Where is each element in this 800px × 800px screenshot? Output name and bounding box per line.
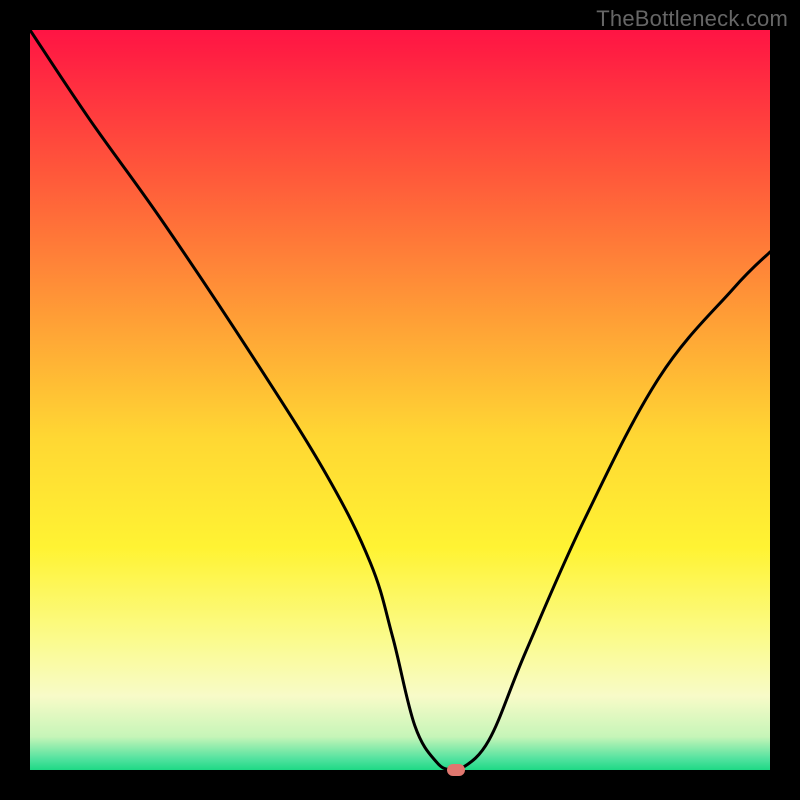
optimum-marker	[447, 764, 465, 776]
plot-area	[30, 30, 770, 770]
chart-frame: TheBottleneck.com	[0, 0, 800, 800]
gradient-background	[30, 30, 770, 770]
watermark-text: TheBottleneck.com	[596, 6, 788, 32]
chart-svg	[30, 30, 770, 770]
